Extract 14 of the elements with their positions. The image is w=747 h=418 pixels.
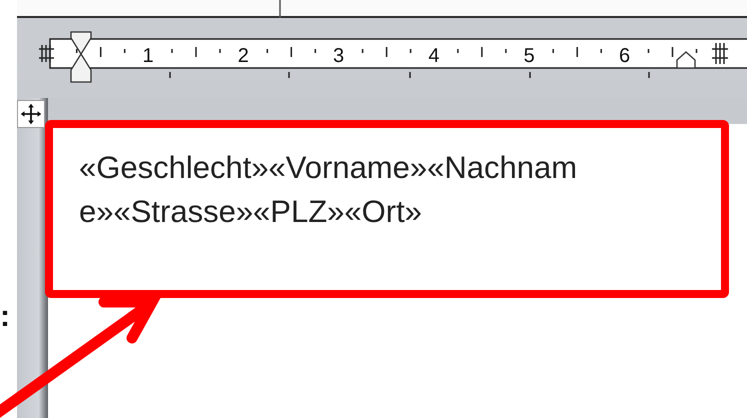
margin-marker-icon[interactable] — [712, 43, 728, 64]
move-handle-icon[interactable] — [17, 100, 45, 128]
margin-text: : — [0, 302, 10, 332]
ruler-number: 5 — [524, 45, 535, 67]
merge-fields-text: «Geschlecht»«Vorname»«Nachnam e»«Strasse»«PLZ»«Ort» — [79, 149, 578, 231]
right-indent-icon[interactable] — [676, 51, 696, 69]
ruler-marker-line — [279, 0, 281, 18]
ruler-number: 2 — [238, 45, 249, 67]
ruler-number: 3 — [333, 45, 344, 67]
indent-marker-icon[interactable] — [70, 31, 92, 83]
ruler-number: 4 — [428, 45, 440, 67]
ruler-number: 1 — [142, 45, 154, 67]
ruler-number: 6 — [618, 45, 630, 67]
margin-marker-icon[interactable] — [39, 45, 54, 62]
